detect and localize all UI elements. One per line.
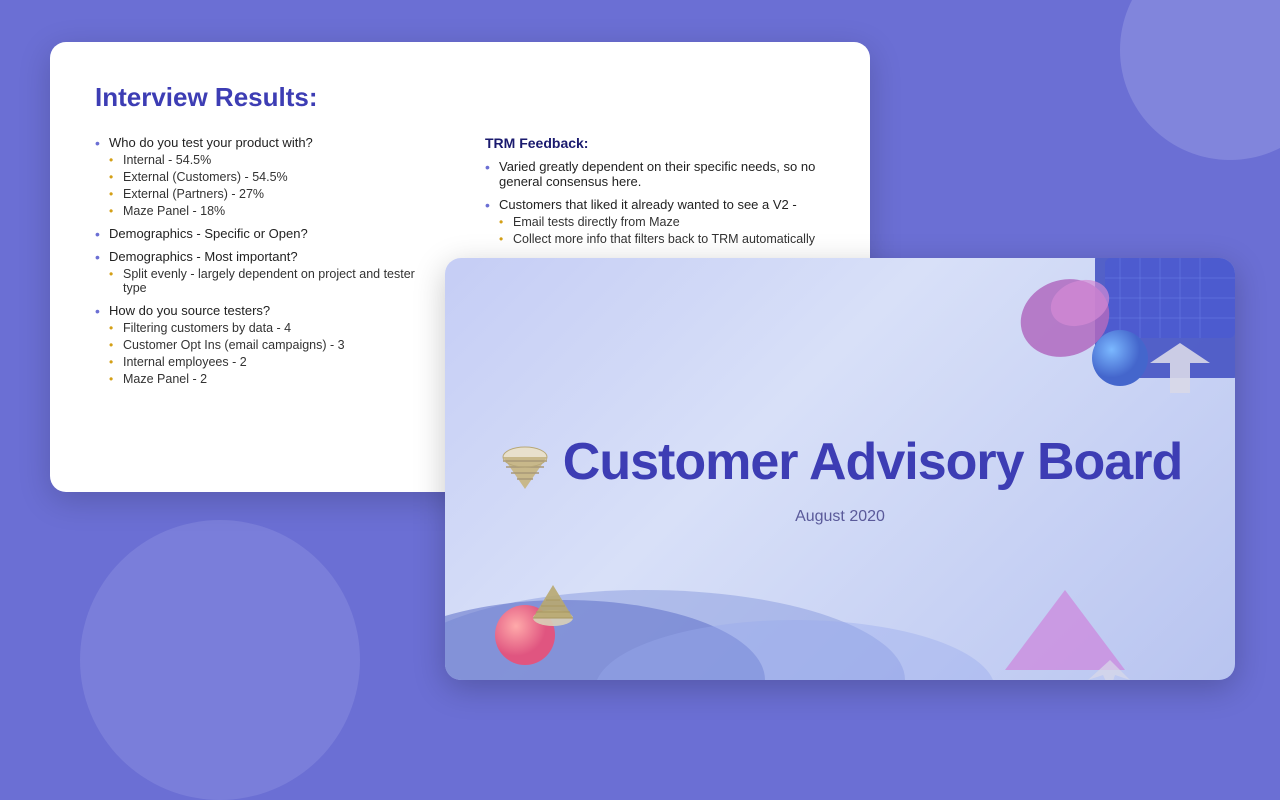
decorative-shapes-top xyxy=(965,258,1235,448)
trm-sub-list: Email tests directly from Maze Collect m… xyxy=(499,215,825,246)
decorative-shapes-bottom xyxy=(445,550,1235,680)
list-item-text: How do you source testers? xyxy=(109,303,270,318)
sub-list: Split evenly - largely dependent on proj… xyxy=(109,267,435,295)
cab-content: Customer Advisory Board August 2020 xyxy=(498,432,1182,526)
left-column: Who do you test your product with? Inter… xyxy=(95,135,435,394)
bg-circle-bottom-left xyxy=(80,520,360,800)
sub-list-item: Filtering customers by data - 4 xyxy=(109,321,435,335)
list-item: Demographics - Specific or Open? xyxy=(95,226,435,241)
sub-list-item: External (Partners) - 27% xyxy=(109,187,435,201)
list-item-text: Demographics - Most important? xyxy=(109,249,298,264)
trm-sub-item: Email tests directly from Maze xyxy=(499,215,825,229)
customer-advisory-board-slide: Customer Advisory Board August 2020 xyxy=(445,258,1235,680)
sub-list-item: Split evenly - largely dependent on proj… xyxy=(109,267,435,295)
sub-list-item: Maze Panel - 2 xyxy=(109,372,435,386)
sub-list: Filtering customers by data - 4 Customer… xyxy=(109,321,435,386)
cone-icon xyxy=(498,439,553,494)
cab-main-title: Customer Advisory Board xyxy=(563,432,1182,492)
trm-list-item: Customers that liked it already wanted t… xyxy=(485,197,825,246)
trm-feedback-title: TRM Feedback: xyxy=(485,135,825,151)
sub-list-item: External (Customers) - 54.5% xyxy=(109,170,435,184)
sub-list-item: Internal - 54.5% xyxy=(109,153,435,167)
sub-list-item: Customer Opt Ins (email campaigns) - 3 xyxy=(109,338,435,352)
trm-list-item: Varied greatly dependent on their specif… xyxy=(485,159,825,189)
sub-list-item: Internal employees - 2 xyxy=(109,355,435,369)
cab-title-row: Customer Advisory Board xyxy=(498,432,1182,500)
sub-list: Internal - 54.5% External (Customers) - … xyxy=(109,153,435,218)
main-list: Who do you test your product with? Inter… xyxy=(95,135,435,386)
list-item: Who do you test your product with? Inter… xyxy=(95,135,435,218)
trm-item-text: Varied greatly dependent on their specif… xyxy=(499,159,815,189)
trm-sub-item: Collect more info that filters back to T… xyxy=(499,232,825,246)
trm-item-text: Customers that liked it already wanted t… xyxy=(499,197,797,212)
list-item-text: Who do you test your product with? xyxy=(109,135,313,150)
bg-circle-top-right xyxy=(1120,0,1280,160)
list-item-text: Demographics - Specific or Open? xyxy=(109,226,308,241)
trm-list: Varied greatly dependent on their specif… xyxy=(485,159,825,246)
list-item: How do you source testers? Filtering cus… xyxy=(95,303,435,386)
slide-title: Interview Results: xyxy=(95,82,825,113)
sub-list-item: Maze Panel - 18% xyxy=(109,204,435,218)
cab-date: August 2020 xyxy=(498,508,1182,526)
list-item: Demographics - Most important? Split eve… xyxy=(95,249,435,295)
